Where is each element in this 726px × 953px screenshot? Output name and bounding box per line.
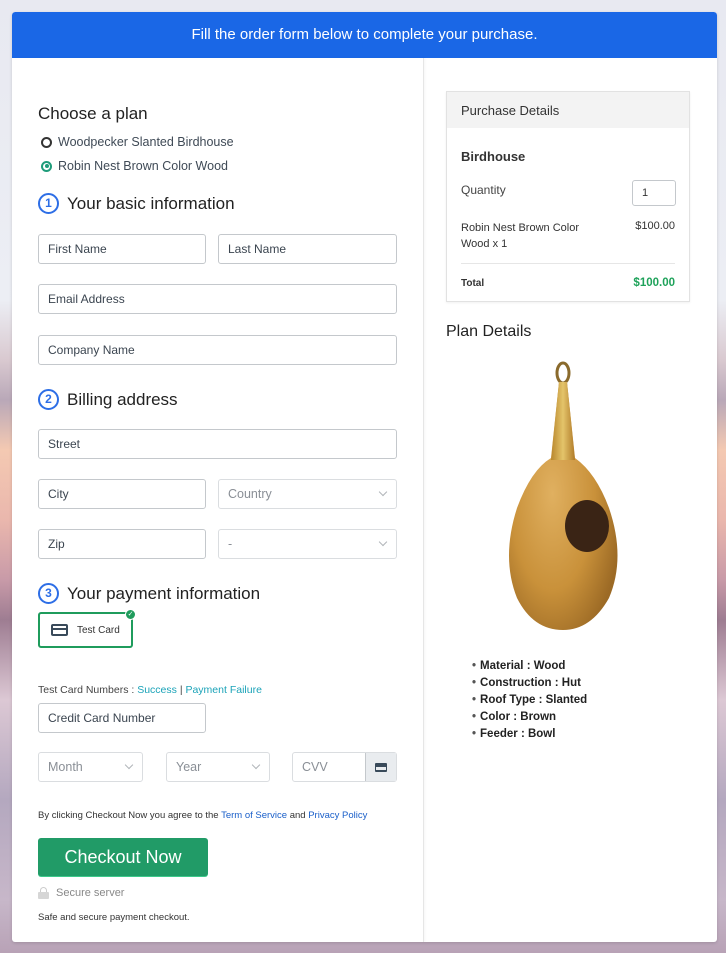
test-card-numbers-label: Test Card Numbers : bbox=[38, 684, 135, 696]
cvv-card-addon bbox=[365, 753, 396, 781]
order-summary: Purchase Details Birdhouse Quantity 1 Ro… bbox=[425, 58, 717, 942]
payment-failure-link[interactable]: Payment Failure bbox=[185, 684, 261, 696]
agreement-and: and bbox=[289, 810, 306, 821]
step-title: Your payment information bbox=[67, 583, 261, 603]
billing-heading: 2 Billing address bbox=[38, 389, 178, 410]
test-card-option[interactable]: Test Card ✓ bbox=[38, 609, 136, 648]
country-select-value: Country bbox=[228, 487, 272, 501]
total-value: $100.00 bbox=[633, 277, 675, 289]
plan-features-list: Material : Wood Construction : Hut Roof … bbox=[472, 658, 587, 743]
test-card-numbers: Test Card Numbers : Success | Payment Fa… bbox=[38, 684, 262, 696]
basic-info-heading: 1 Your basic information bbox=[38, 193, 235, 214]
feature-item: Roof Type : Slanted bbox=[472, 692, 587, 709]
year-select[interactable]: Year bbox=[166, 752, 270, 782]
agreement-text: By clicking Checkout Now you agree to th… bbox=[38, 810, 367, 821]
checkout-page: Fill the order form below to complete yo… bbox=[12, 12, 717, 942]
nest-entrance-hole bbox=[565, 500, 609, 552]
city-input[interactable]: City bbox=[38, 479, 206, 509]
quantity-input[interactable]: 1 bbox=[632, 180, 676, 206]
step-number-icon: 3 bbox=[38, 583, 59, 604]
feature-item: Construction : Hut bbox=[472, 675, 587, 692]
credit-card-icon bbox=[51, 624, 68, 636]
radio-unchecked-icon[interactable] bbox=[41, 136, 52, 148]
payment-heading: 3 Your payment information bbox=[38, 583, 260, 604]
agreement-prefix: By clicking Checkout Now you agree to th… bbox=[38, 810, 219, 821]
plan-option-woodpecker[interactable]: Woodpecker Slanted Birdhouse bbox=[41, 135, 234, 149]
chevron-down-icon bbox=[378, 487, 388, 497]
plan-option-label: Robin Nest Brown Color Wood bbox=[58, 159, 228, 173]
terms-of-service-link[interactable]: Term of Service bbox=[221, 810, 287, 821]
separator: | bbox=[179, 684, 183, 696]
purchase-details-header: Purchase Details bbox=[447, 92, 689, 128]
purchase-details-card: Purchase Details Birdhouse Quantity 1 Ro… bbox=[446, 91, 690, 302]
month-select-value: Month bbox=[48, 760, 83, 774]
chevron-down-icon bbox=[124, 760, 134, 770]
step-title: Your basic information bbox=[67, 193, 235, 213]
step-number-icon: 2 bbox=[38, 389, 59, 410]
test-card-label: Test Card bbox=[77, 624, 120, 636]
birdhouse-nest-image bbox=[509, 361, 618, 630]
secure-server-label: Secure server bbox=[56, 887, 125, 899]
hanging-loop bbox=[555, 361, 571, 385]
street-input[interactable]: Street bbox=[38, 429, 397, 459]
radio-checked-icon[interactable] bbox=[41, 160, 52, 172]
header-banner: Fill the order form below to complete yo… bbox=[12, 12, 717, 58]
line-item-price: $100.00 bbox=[635, 220, 675, 232]
first-name-input[interactable]: First Name bbox=[38, 234, 206, 264]
total-label: Total bbox=[461, 278, 485, 289]
state-select-value: - bbox=[228, 537, 233, 551]
checkout-now-button[interactable]: Checkout Now bbox=[38, 838, 208, 876]
product-title: Birdhouse bbox=[461, 149, 526, 164]
check-circle-icon: ✓ bbox=[125, 609, 136, 620]
feature-item: Feeder : Bowl bbox=[472, 726, 587, 743]
plan-details-heading: Plan Details bbox=[446, 323, 532, 340]
chevron-down-icon bbox=[251, 760, 261, 770]
year-select-value: Year bbox=[176, 760, 202, 774]
safe-checkout-note: Safe and secure payment checkout. bbox=[38, 912, 190, 923]
success-link[interactable]: Success bbox=[137, 684, 177, 696]
divider bbox=[461, 263, 675, 264]
step-number-icon: 1 bbox=[38, 193, 59, 214]
choose-plan-heading: Choose a plan bbox=[38, 104, 148, 123]
credit-card-icon bbox=[375, 762, 387, 772]
line-item-label: Robin Nest Brown Color Wood x 1 bbox=[461, 222, 579, 250]
plan-option-label: Woodpecker Slanted Birdhouse bbox=[58, 135, 234, 149]
nest-neck bbox=[551, 382, 575, 460]
country-select[interactable]: Country bbox=[218, 479, 397, 509]
cvv-placeholder: CVV bbox=[302, 760, 328, 774]
credit-card-number-input[interactable]: Credit Card Number bbox=[38, 703, 206, 733]
company-input[interactable]: Company Name bbox=[38, 335, 397, 365]
secure-server: Secure server bbox=[38, 887, 124, 899]
step-title: Billing address bbox=[67, 389, 178, 409]
order-form: Choose a plan Woodpecker Slanted Birdhou… bbox=[12, 58, 424, 942]
cvv-input[interactable]: CVV bbox=[292, 752, 397, 782]
quantity-label: Quantity bbox=[461, 183, 506, 197]
state-select[interactable]: - bbox=[218, 529, 397, 559]
feature-item: Material : Wood bbox=[472, 658, 587, 675]
month-select[interactable]: Month bbox=[38, 752, 143, 782]
plan-option-robin[interactable]: Robin Nest Brown Color Wood bbox=[41, 159, 228, 173]
email-input[interactable]: Email Address bbox=[38, 284, 397, 314]
zip-input[interactable]: Zip bbox=[38, 529, 206, 559]
lock-icon bbox=[38, 887, 49, 899]
last-name-input[interactable]: Last Name bbox=[218, 234, 397, 264]
feature-item: Color : Brown bbox=[472, 709, 587, 726]
chevron-down-icon bbox=[378, 537, 388, 547]
privacy-policy-link[interactable]: Privacy Policy bbox=[308, 810, 367, 821]
